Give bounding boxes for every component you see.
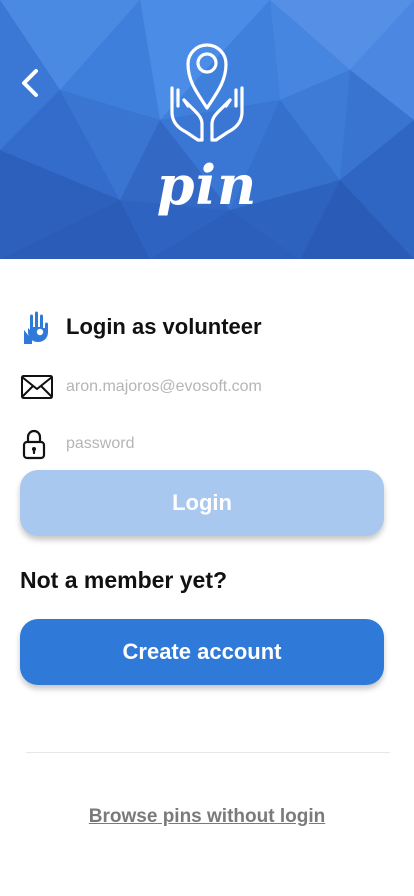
signup-prompt: Not a member yet?	[20, 567, 228, 593]
envelope-icon	[20, 371, 54, 403]
email-field[interactable]	[66, 378, 366, 396]
email-field-row	[20, 367, 394, 407]
volunteer-hand-icon	[20, 309, 52, 345]
login-button[interactable]: Login	[20, 470, 384, 536]
padlock-icon	[20, 428, 54, 460]
login-heading: Login as volunteer	[20, 308, 262, 346]
browse-pins-link[interactable]: Browse pins without login	[0, 806, 414, 828]
create-account-button[interactable]: Create account	[20, 619, 384, 685]
divider	[26, 752, 390, 753]
app-logo: pin	[150, 32, 264, 222]
location-pin-in-hands-icon	[170, 43, 244, 142]
back-button[interactable]	[12, 62, 48, 104]
logo-text: pin	[156, 153, 258, 217]
password-field[interactable]	[66, 435, 366, 453]
header-banner: pin	[0, 0, 414, 259]
chevron-left-icon	[22, 69, 38, 97]
login-title: Login as volunteer	[66, 314, 262, 339]
password-field-row	[20, 424, 394, 464]
